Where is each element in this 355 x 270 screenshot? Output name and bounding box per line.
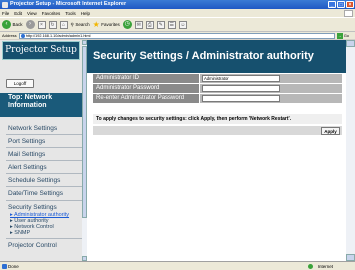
- discuss-button[interactable]: ☰: [167, 20, 176, 29]
- edit-button[interactable]: ✎: [156, 20, 165, 29]
- go-label: Go: [343, 33, 350, 38]
- administrator-password-input[interactable]: [202, 85, 280, 92]
- divider: [6, 186, 82, 187]
- menu-view[interactable]: View: [27, 11, 37, 16]
- form-row-reenter-password: Re-enter Administrator Password: [93, 94, 342, 103]
- close-button[interactable]: ×: [346, 1, 354, 8]
- window-title-bar: Projector Setup - Microsoft Internet Exp…: [0, 0, 355, 9]
- divider: [6, 173, 82, 174]
- apply-button[interactable]: Apply: [321, 126, 340, 135]
- reenter-password-input[interactable]: [202, 95, 280, 102]
- field-label: Re-enter Administrator Password: [93, 94, 199, 103]
- history-button[interactable]: ◷: [122, 20, 132, 29]
- page-icon: [20, 34, 25, 38]
- main-scrollbar[interactable]: [346, 40, 355, 261]
- page-done-icon: [2, 264, 7, 269]
- search-icon: ⚲: [70, 21, 74, 27]
- field-cell: [200, 84, 342, 93]
- address-input[interactable]: http://192.168.1.10/admin/admin1.html: [18, 32, 335, 39]
- apply-instruction: To apply changes to security settings: c…: [93, 114, 342, 124]
- back-button[interactable]: ‹ Back: [2, 20, 23, 29]
- stop-button[interactable]: ×: [37, 20, 46, 29]
- scroll-up-button[interactable]: [346, 40, 355, 47]
- window-title: Projector Setup - Microsoft Internet Exp…: [10, 1, 127, 7]
- scroll-down-button[interactable]: [346, 254, 355, 261]
- sidebar-item-security-settings[interactable]: Security Settings: [0, 204, 82, 211]
- divider: [6, 200, 82, 201]
- print-button[interactable]: ⎙: [145, 20, 154, 29]
- main-content: Security Settings / Administrator author…: [87, 40, 346, 261]
- address-url: http://192.168.1.10/admin/admin1.html: [25, 33, 91, 38]
- form-row-admin-id: Administrator ID: [93, 74, 342, 83]
- sidebar-item-projector-control[interactable]: Projector Control: [0, 242, 82, 249]
- refresh-button[interactable]: ↻: [48, 20, 57, 29]
- maximize-button[interactable]: □: [337, 1, 345, 8]
- subitem-label: SNMP: [14, 230, 31, 236]
- mail-button[interactable]: ✉: [134, 20, 143, 29]
- security-zone-label: Internet: [317, 264, 333, 269]
- sidebar-item-datetime-settings[interactable]: Date/Time Settings: [0, 190, 82, 197]
- sidebar-item-schedule-settings[interactable]: Schedule Settings: [0, 177, 82, 184]
- go-arrow-icon: →: [336, 32, 343, 39]
- projector-setup-logo: Projector Setup: [2, 41, 80, 60]
- menu-file[interactable]: File: [2, 11, 9, 16]
- go-button[interactable]: → Go: [336, 32, 350, 39]
- field-cell: [200, 74, 342, 83]
- search-label: Search: [75, 22, 90, 27]
- menu-bar: File Edit View Favorites Tools Help: [0, 9, 355, 17]
- form-row-admin-password: Administrator Password: [93, 84, 342, 93]
- page-title: Security Settings / Administrator author…: [87, 40, 346, 73]
- ie-icon: [2, 1, 8, 8]
- status-bar: Done Internet: [0, 261, 355, 270]
- back-arrow-icon: ‹: [2, 20, 11, 29]
- messenger-button[interactable]: ☺: [178, 20, 187, 29]
- sidebar-item-network-information[interactable]: Top: Network Information: [0, 93, 82, 117]
- apply-row: Apply: [93, 126, 342, 135]
- forward-button[interactable]: ›: [25, 20, 35, 29]
- sidebar-item-alert-settings[interactable]: Alert Settings: [0, 164, 82, 171]
- address-bar: Address http://192.168.1.10/admin/admin1…: [0, 31, 355, 39]
- back-label: Back: [12, 22, 23, 27]
- home-button[interactable]: ⌂: [59, 20, 68, 29]
- sidebar-nav: Projector Setup Logoff Top: Network Info…: [0, 40, 82, 261]
- status-text: Done: [8, 264, 19, 269]
- sidebar-subitem-snmp[interactable]: ▸ SNMP: [10, 230, 30, 236]
- toolbar: ‹ Back › × ↻ ⌂ ⚲ Search ★ Favorites ◷ ✉ …: [0, 17, 355, 31]
- field-label: Administrator ID: [93, 74, 199, 83]
- administrator-id-input[interactable]: [202, 75, 280, 82]
- logoff-button[interactable]: Logoff: [6, 79, 34, 88]
- sidebar-item-mail-settings[interactable]: Mail Settings: [0, 151, 82, 158]
- internet-zone-icon: [308, 264, 313, 269]
- sidebar-item-port-settings[interactable]: Port Settings: [0, 138, 82, 145]
- star-icon: ★: [92, 19, 100, 29]
- menu-edit[interactable]: Edit: [14, 11, 22, 16]
- menu-tools[interactable]: Tools: [65, 11, 76, 16]
- menu-help[interactable]: Help: [81, 11, 90, 16]
- menu-favorites[interactable]: Favorites: [42, 11, 61, 16]
- divider: [6, 160, 82, 161]
- favorites-button[interactable]: ★ Favorites: [92, 19, 120, 29]
- sidebar-item-network-settings[interactable]: Network Settings: [0, 125, 82, 132]
- field-label: Administrator Password: [93, 84, 199, 93]
- favorites-label: Favorites: [101, 22, 120, 27]
- address-label: Address: [2, 33, 17, 38]
- minimize-button[interactable]: _: [328, 1, 336, 8]
- field-cell: [200, 94, 342, 103]
- windows-logo-icon: [344, 9, 353, 17]
- divider: [6, 134, 82, 135]
- divider: [6, 238, 82, 239]
- divider: [6, 147, 82, 148]
- search-button[interactable]: ⚲ Search: [71, 22, 90, 28]
